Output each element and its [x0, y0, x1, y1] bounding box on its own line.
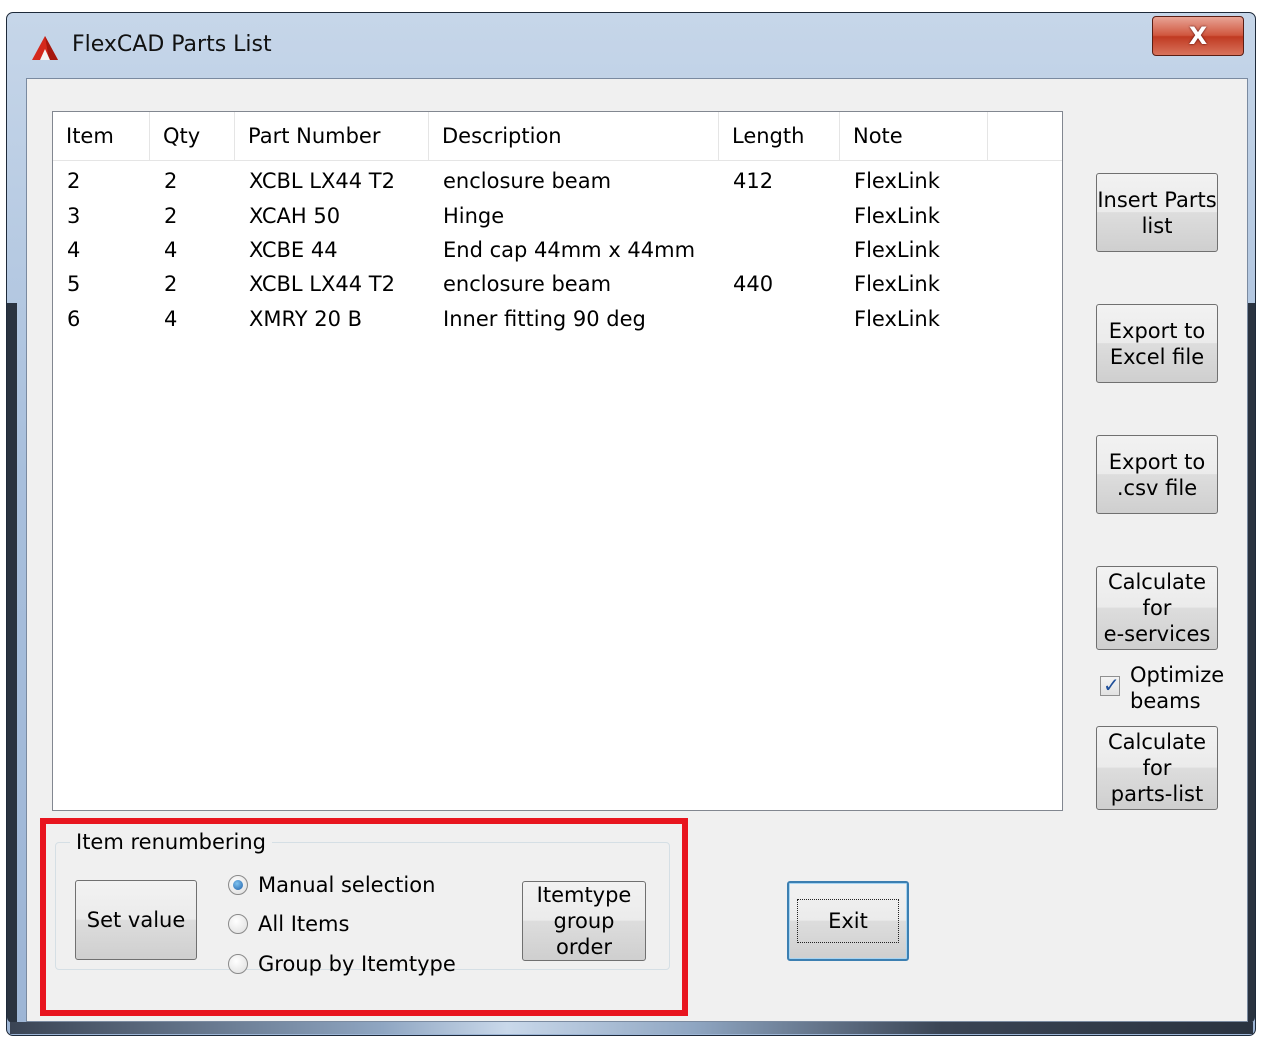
button-label: Excel file [1109, 344, 1205, 369]
insert-parts-list-button[interactable]: Insert Parts list [1096, 173, 1218, 252]
cell-item: 2 [67, 169, 81, 194]
checkmark-icon: ✓ [1103, 673, 1120, 697]
calculate-eservices-button[interactable]: Calculate for e-services [1096, 566, 1218, 650]
cell-part-number: XCBL LX44 T2 [249, 272, 395, 297]
table-row[interactable]: 6 4 XMRY 20 B Inner fitting 90 deg FlexL… [53, 302, 1062, 336]
cell-part-number: XCAH 50 [249, 203, 341, 228]
table-body: 2 2 XCBL LX44 T2 enclosure beam 412 Flex… [53, 164, 1062, 336]
cell-note: FlexLink [854, 169, 940, 194]
column-header-item[interactable]: Item [53, 112, 150, 160]
cell-item: 3 [67, 203, 81, 228]
radio-unselected-icon [228, 914, 248, 934]
button-label: Exit [828, 909, 868, 933]
button-label: Set value [86, 908, 186, 932]
close-icon: X [1188, 22, 1208, 50]
radio-all-items[interactable]: All Items [228, 910, 349, 938]
cell-part-number: XMRY 20 B [249, 306, 363, 331]
cell-length: 412 [733, 169, 774, 194]
cell-description: End cap 44mm x 44mm [443, 237, 696, 262]
calculate-parts-list-button[interactable]: Calculate for parts-list [1096, 726, 1218, 810]
radio-unselected-icon [228, 954, 248, 974]
cell-qty: 4 [164, 306, 178, 331]
cell-description: Hinge [443, 203, 505, 228]
button-label: Export to [1108, 318, 1206, 343]
cell-item: 6 [67, 306, 81, 331]
cell-qty: 2 [164, 169, 178, 194]
focus-rectangle: Exit [797, 899, 899, 943]
button-label: for [1142, 596, 1172, 620]
button-label: Insert Parts [1097, 187, 1217, 212]
button-label: e-services [1103, 622, 1211, 646]
button-label: Calculate [1107, 570, 1207, 594]
column-header-filler [988, 112, 1062, 160]
cell-item: 4 [67, 237, 81, 262]
cell-note: FlexLink [854, 272, 940, 297]
parts-list-table[interactable]: Item Qty Part Number Description Length … [52, 111, 1063, 811]
radio-group-by-itemtype[interactable]: Group by Itemtype [228, 950, 456, 978]
cell-qty: 4 [164, 237, 178, 262]
window-title: FlexCAD Parts List [72, 32, 272, 57]
cell-description: Inner fitting 90 deg [443, 306, 646, 331]
cell-part-number: XCBL LX44 T2 [249, 169, 395, 194]
optimize-beams-checkbox[interactable]: ✓ Optimize beams [1100, 662, 1225, 714]
cell-description: enclosure beam [443, 272, 612, 297]
cell-length: 440 [733, 272, 774, 297]
close-button[interactable]: X [1152, 16, 1244, 56]
button-label: list [1141, 213, 1173, 238]
exit-button[interactable]: Exit [787, 881, 909, 961]
table-header: Item Qty Part Number Description Length … [53, 112, 1062, 161]
column-header-qty[interactable]: Qty [150, 112, 235, 160]
itemtype-group-order-button[interactable]: Itemtype group order [522, 881, 646, 961]
checkbox-label-line: beams [1130, 689, 1201, 713]
radio-manual-selection[interactable]: Manual selection [228, 871, 435, 899]
button-label: group order [553, 909, 615, 959]
checkbox-label-line: Optimize [1130, 663, 1225, 687]
cell-note: FlexLink [854, 306, 940, 331]
cell-part-number: XCBE 44 [249, 237, 338, 262]
cell-qty: 2 [164, 203, 178, 228]
radio-label: All Items [258, 912, 350, 936]
cell-note: FlexLink [854, 237, 940, 262]
checkbox-box[interactable]: ✓ [1100, 673, 1120, 697]
optimize-beams-label: Optimize beams [1130, 662, 1224, 714]
cell-item: 5 [67, 272, 81, 297]
column-header-part-number[interactable]: Part Number [235, 112, 429, 160]
taskbar-strip [10, 1022, 1253, 1034]
column-header-note[interactable]: Note [840, 112, 988, 160]
item-renumbering-title: Item renumbering [70, 830, 273, 854]
export-csv-button[interactable]: Export to .csv file [1096, 435, 1218, 514]
radio-label: Group by Itemtype [258, 952, 456, 976]
button-label: Export to [1108, 449, 1206, 474]
button-label: .csv file [1116, 475, 1198, 500]
column-header-length[interactable]: Length [719, 112, 840, 160]
table-row[interactable]: 3 2 XCAH 50 Hinge FlexLink [53, 198, 1062, 232]
table-row[interactable]: 2 2 XCBL LX44 T2 enclosure beam 412 Flex… [53, 164, 1062, 198]
button-label: Itemtype [536, 883, 632, 907]
export-excel-button[interactable]: Export to Excel file [1096, 304, 1218, 383]
radio-label: Manual selection [258, 873, 436, 897]
column-header-description[interactable]: Description [429, 112, 719, 160]
set-value-button[interactable]: Set value [75, 880, 197, 960]
radio-selected-icon [228, 875, 248, 895]
table-row[interactable]: 5 2 XCBL LX44 T2 enclosure beam 440 Flex… [53, 267, 1062, 301]
button-label: parts-list [1110, 782, 1204, 806]
autocad-app-icon [32, 36, 58, 60]
table-row[interactable]: 4 4 XCBE 44 End cap 44mm x 44mm FlexLink [53, 233, 1062, 267]
cell-qty: 2 [164, 272, 178, 297]
cell-note: FlexLink [854, 203, 940, 228]
button-label: Calculate [1107, 730, 1207, 754]
cell-description: enclosure beam [443, 169, 612, 194]
button-label: for [1142, 756, 1172, 780]
